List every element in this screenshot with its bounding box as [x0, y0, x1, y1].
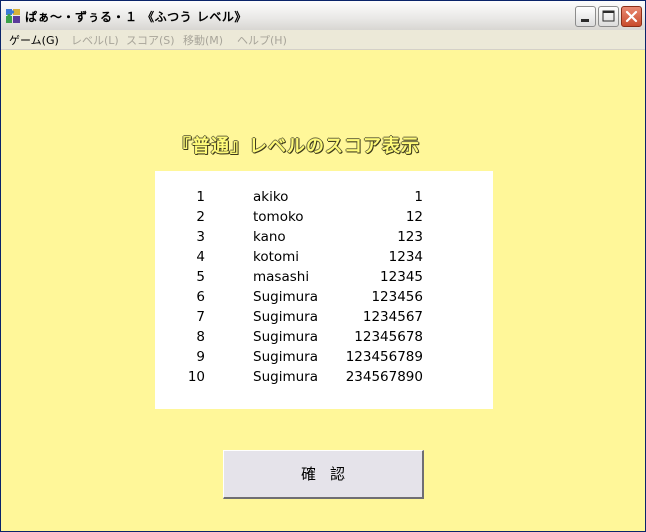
page-title: 『普通』レベルのスコア表示	[173, 136, 420, 157]
rank-cell: 2	[196, 209, 205, 225]
minimize-icon	[581, 19, 589, 22]
name-cell: masashi	[253, 269, 310, 285]
menu-score[interactable]: スコア(S)	[126, 32, 175, 48]
score-cell: 1234	[388, 249, 423, 265]
maximize-icon	[602, 10, 615, 22]
table-row: 8 Sugimura 12345678	[155, 329, 493, 349]
menu-help[interactable]: ヘルプ(H)	[237, 32, 287, 48]
rank-cell: 3	[196, 229, 205, 245]
name-cell: Sugimura	[253, 349, 318, 365]
name-cell: kano	[253, 229, 286, 245]
table-row: 5 masashi 12345	[155, 269, 493, 289]
table-row: 7 Sugimura 1234567	[155, 309, 493, 329]
title-bar[interactable]: ぱぁ〜・ずぅる・１ 《ふつう レベル》	[1, 1, 645, 31]
close-icon	[625, 10, 638, 23]
name-cell: Sugimura	[253, 369, 318, 385]
table-row: 10 Sugimura 234567890	[155, 369, 493, 389]
rank-cell: 6	[196, 289, 205, 305]
rank-cell: 5	[196, 269, 205, 285]
score-cell: 12345678	[354, 329, 423, 345]
score-cell: 12	[405, 209, 423, 225]
score-cell: 123	[397, 229, 423, 245]
table-row: 9 Sugimura 123456789	[155, 349, 493, 369]
window-title: ぱぁ〜・ずぅる・１ 《ふつう レベル》	[25, 10, 247, 24]
rank-cell: 9	[196, 349, 205, 365]
close-button[interactable]	[621, 6, 642, 27]
confirm-button[interactable]: 確認	[223, 450, 424, 499]
score-cell: 1	[414, 189, 423, 205]
rank-cell: 7	[196, 309, 205, 325]
name-cell: akiko	[253, 189, 289, 205]
menu-game[interactable]: ゲーム(G)	[9, 32, 59, 48]
maximize-button[interactable]	[598, 6, 619, 27]
table-row: 2 tomoko 12	[155, 209, 493, 229]
table-row: 3 kano 123	[155, 229, 493, 249]
rank-cell: 8	[196, 329, 205, 345]
table-row: 4 kotomi 1234	[155, 249, 493, 269]
rank-cell: 10	[187, 369, 205, 385]
name-cell: Sugimura	[253, 329, 318, 345]
name-cell: kotomi	[253, 249, 300, 265]
score-cell: 123456	[371, 289, 423, 305]
score-cell: 234567890	[345, 369, 423, 385]
rank-cell: 1	[196, 189, 205, 205]
menu-level[interactable]: レベル(L)	[71, 32, 119, 48]
score-table: 1 akiko 1 2 tomoko 12 3 kano 123 4 kotom…	[155, 171, 493, 409]
score-cell: 123456789	[345, 349, 423, 365]
puzzle-app-icon	[6, 9, 20, 23]
name-cell: tomoko	[253, 209, 304, 225]
menu-bar: ゲーム(G) レベル(L) スコア(S) 移動(M) ヘルプ(H)	[1, 30, 645, 50]
name-cell: Sugimura	[253, 309, 318, 325]
table-row: 6 Sugimura 123456	[155, 289, 493, 309]
app-window: ぱぁ〜・ずぅる・１ 《ふつう レベル》 ゲーム(G) レベル(L) スコア(S)…	[0, 0, 646, 532]
score-cell: 12345	[380, 269, 423, 285]
score-cell: 1234567	[362, 309, 423, 325]
rank-cell: 4	[196, 249, 205, 265]
menu-move[interactable]: 移動(M)	[183, 32, 223, 48]
minimize-button[interactable]	[575, 6, 596, 27]
name-cell: Sugimura	[253, 289, 318, 305]
table-row: 1 akiko 1	[155, 189, 493, 209]
